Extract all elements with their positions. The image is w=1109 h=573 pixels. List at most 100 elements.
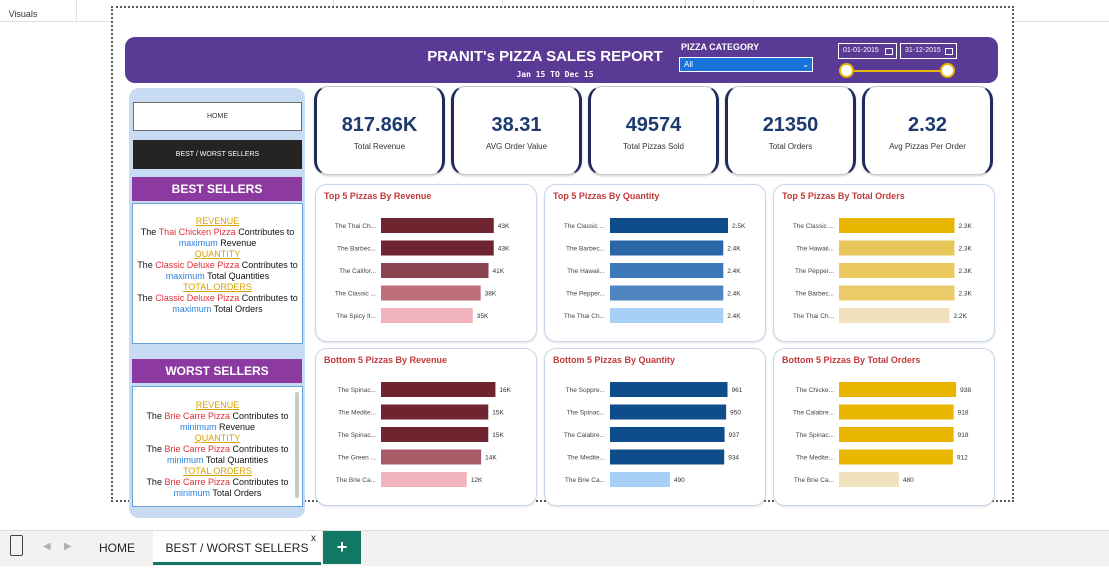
kpi-label: Total Revenue bbox=[353, 142, 406, 151]
kpi-card-avg-order-value: 38.31 AVG Order Value bbox=[451, 86, 582, 175]
data-label: 15K bbox=[492, 432, 504, 439]
add-page-button[interactable]: + bbox=[323, 531, 361, 564]
bar[interactable] bbox=[839, 449, 953, 465]
category-label: The Barbec... bbox=[795, 291, 834, 298]
category-label: The Barbec... bbox=[337, 246, 376, 253]
bar[interactable] bbox=[381, 404, 489, 420]
text-metric: Revenue bbox=[219, 422, 256, 432]
bar[interactable] bbox=[381, 308, 473, 323]
worst-sellers-summary: REVENUE The Brie Carre Pizza Contributes… bbox=[132, 386, 303, 507]
category-label: The Spinac... bbox=[338, 432, 376, 439]
worst-sellers-scrollbar[interactable] bbox=[295, 392, 299, 498]
chart-top5-quantity[interactable]: Top 5 Pizzas By Quantity The Classic ...… bbox=[544, 184, 766, 342]
home-nav-button[interactable]: HOME bbox=[133, 102, 302, 131]
category-label: The Medite... bbox=[796, 455, 834, 462]
bar[interactable] bbox=[610, 404, 727, 420]
data-label: 961 bbox=[732, 387, 743, 394]
data-label: 38K bbox=[485, 291, 497, 298]
bar[interactable] bbox=[839, 263, 955, 278]
date-range-slider-end-handle[interactable] bbox=[940, 63, 955, 78]
bar[interactable] bbox=[610, 263, 724, 278]
bar[interactable] bbox=[839, 240, 955, 256]
date-range-slider-track[interactable] bbox=[846, 70, 948, 72]
text-the: The bbox=[146, 477, 162, 487]
data-label: 950 bbox=[730, 410, 741, 417]
bar[interactable] bbox=[610, 472, 670, 487]
category-label: The Brie Ca... bbox=[565, 477, 605, 484]
text-metric: Total Orders bbox=[212, 488, 262, 498]
text-minimum: minimum bbox=[179, 422, 217, 432]
kpi-label: Total Pizzas Sold bbox=[623, 142, 684, 151]
bar[interactable] bbox=[610, 308, 724, 323]
worst-revenue-pizza: Brie Carre Pizza bbox=[164, 411, 230, 421]
bar[interactable] bbox=[381, 382, 496, 397]
data-label: 937 bbox=[729, 432, 740, 439]
bar[interactable] bbox=[839, 285, 955, 301]
bar[interactable] bbox=[839, 472, 899, 487]
bar[interactable] bbox=[381, 472, 467, 487]
chart-bottom5-revenue[interactable]: Bottom 5 Pizzas By Revenue The Spinac...… bbox=[315, 348, 537, 506]
chevron-right-icon[interactable]: ▶ bbox=[64, 541, 72, 552]
date-start-input[interactable]: 01-01-2015 bbox=[838, 43, 897, 59]
data-label: 912 bbox=[957, 455, 968, 462]
text-maximum: maximum bbox=[178, 238, 218, 248]
bar[interactable] bbox=[839, 218, 955, 233]
bar[interactable] bbox=[610, 449, 725, 465]
category-label: The Pepper... bbox=[795, 268, 834, 275]
text-metric: Revenue bbox=[220, 238, 257, 248]
data-label: 2.3K bbox=[958, 246, 972, 253]
category-label: The Calabre... bbox=[564, 432, 605, 439]
bar[interactable] bbox=[381, 449, 482, 465]
data-label: 2.5K bbox=[732, 223, 746, 230]
bar[interactable] bbox=[610, 382, 728, 397]
report-title: PRANIT's PIZZA SALES REPORT bbox=[427, 48, 663, 65]
date-range-slider-start-handle[interactable] bbox=[839, 63, 854, 78]
close-icon[interactable]: x bbox=[311, 533, 316, 544]
data-label: 480 bbox=[903, 477, 914, 484]
bar[interactable] bbox=[610, 240, 724, 256]
data-label: 934 bbox=[728, 455, 739, 462]
kpi-card-total-orders: 21350 Total Orders bbox=[725, 86, 856, 175]
bar[interactable] bbox=[610, 427, 725, 442]
text-the: The bbox=[140, 227, 157, 237]
ribbon-group-visuals[interactable]: Visuals bbox=[0, 0, 46, 21]
bar[interactable] bbox=[839, 308, 950, 323]
bar[interactable] bbox=[381, 218, 494, 233]
bar[interactable] bbox=[610, 218, 728, 233]
chevron-left-icon[interactable]: ◀ bbox=[43, 541, 51, 552]
text-contributes: Contributes to bbox=[238, 227, 295, 237]
chart-bottom5-quantity[interactable]: Bottom 5 Pizzas By Quantity The Soppre..… bbox=[544, 348, 766, 506]
pizza-category-dropdown[interactable]: All ⌄ bbox=[679, 57, 813, 72]
bar[interactable] bbox=[381, 240, 494, 256]
kpi-label: Avg Pizzas Per Order bbox=[889, 142, 966, 151]
bar[interactable] bbox=[381, 427, 489, 442]
kpi-value: 49574 bbox=[625, 114, 682, 136]
data-label: 490 bbox=[674, 477, 685, 484]
text-minimum: minimum bbox=[167, 455, 204, 465]
best-worst-nav-button[interactable]: BEST / WORST SELLERS bbox=[133, 140, 302, 169]
text-maximum: maximum bbox=[165, 271, 205, 281]
revenue-label: REVENUE bbox=[195, 216, 240, 226]
category-label: The Green ... bbox=[338, 455, 376, 462]
bar[interactable] bbox=[381, 263, 489, 278]
text-metric: Total Orders bbox=[213, 304, 263, 314]
category-label: The Classic ... bbox=[564, 223, 605, 230]
best-quantity-pizza: Classic Deluxe Pizza bbox=[155, 260, 240, 270]
bar[interactable] bbox=[839, 404, 954, 420]
data-label: 2.2K bbox=[953, 313, 967, 320]
text-minimum: minimum bbox=[173, 488, 211, 498]
data-label: 2.3K bbox=[958, 223, 972, 230]
bar[interactable] bbox=[839, 427, 954, 442]
chart-bottom5-orders[interactable]: Bottom 5 Pizzas By Total Orders The Chic… bbox=[773, 348, 995, 506]
bar[interactable] bbox=[839, 382, 957, 397]
date-end-input[interactable]: 31-12-2015 bbox=[900, 43, 957, 59]
category-label: The Spinac... bbox=[338, 387, 376, 394]
mobile-layout-icon[interactable] bbox=[10, 535, 23, 556]
chart-top5-revenue[interactable]: Top 5 Pizzas By Revenue The Thai Ch... 43… bbox=[315, 184, 537, 342]
category-label: The Thai Ch... bbox=[335, 223, 376, 230]
tab-home[interactable]: HOME bbox=[83, 531, 151, 565]
chart-top5-orders[interactable]: Top 5 Pizzas By Total Orders The Classic… bbox=[773, 184, 995, 342]
tab-best-worst-sellers[interactable]: BEST / WORST SELLERS bbox=[153, 531, 321, 565]
bar[interactable] bbox=[381, 285, 481, 301]
bar[interactable] bbox=[610, 285, 724, 301]
